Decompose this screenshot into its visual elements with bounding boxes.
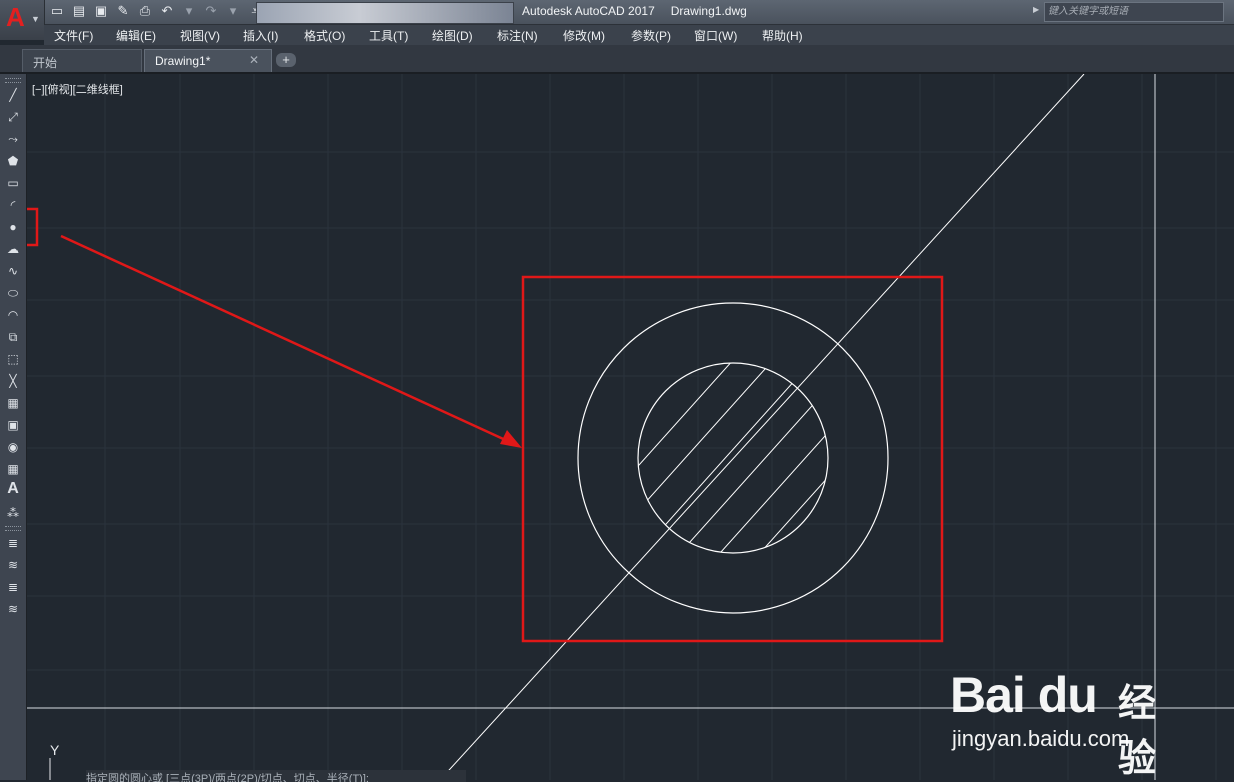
tab-start-label: 开始 — [33, 56, 58, 70]
menu-tools[interactable]: 工具(T) — [369, 27, 408, 44]
tab-drawing1-label: Drawing1* — [155, 54, 211, 68]
arrowhead-icon — [500, 430, 522, 448]
circle-tool-highlight — [27, 207, 39, 247]
menu-draw[interactable]: 绘图(D) — [432, 27, 473, 44]
menu-parametric[interactable]: 参数(P) — [631, 27, 671, 44]
open-icon[interactable]: ▤ — [70, 2, 88, 20]
watermark-url: jingyan.baidu.com — [952, 726, 1130, 751]
layer-icon-2[interactable]: ≋ — [4, 556, 22, 574]
spline-icon[interactable]: ∿ — [4, 262, 22, 280]
menu-help[interactable]: 帮助(H) — [762, 27, 803, 44]
close-icon[interactable]: ✕ — [249, 53, 259, 67]
region-icon[interactable]: ◉ — [4, 438, 22, 456]
menu-view[interactable]: 视图(V) — [180, 27, 220, 44]
file-tab-bar: 开始 Drawing1* ✕ + — [0, 45, 1234, 74]
menu-file[interactable]: 文件(F) — [54, 27, 93, 44]
chevron-down-icon: ▼ — [31, 14, 40, 24]
print-icon[interactable]: ⎙ — [136, 2, 154, 20]
file-name: Drawing1.dwg — [670, 4, 747, 18]
draw-toolbar: ╱ ⤢ ⤳ ⬟ ▭ ◜ ● ☁ ∿ ⬭ ◠ ⧉ ⬚ ╳ ▦ ▣ ◉ ▦ A ⁂ … — [0, 74, 27, 780]
ellipse-icon[interactable]: ⬭ — [4, 284, 22, 302]
line-icon[interactable]: ╱ — [4, 86, 22, 104]
tab-start[interactable]: 开始 — [22, 49, 142, 72]
menu-window[interactable]: 窗口(W) — [694, 27, 737, 44]
menu-dimension[interactable]: 标注(N) — [497, 27, 538, 44]
layer-icon-4[interactable]: ≋ — [4, 600, 22, 618]
annotation-arrow — [60, 234, 513, 445]
multiline-text-icon[interactable]: A — [4, 480, 22, 498]
annotation-highlight — [27, 207, 944, 643]
menu-edit[interactable]: 编辑(E) — [116, 27, 156, 44]
hatch-pattern[interactable] — [500, 330, 960, 620]
ellipse-arc-icon[interactable]: ◠ — [4, 306, 22, 324]
viewport-controls[interactable]: [−][俯视][二维线框] — [32, 81, 123, 97]
saveas-icon[interactable]: ✎ — [114, 2, 132, 20]
point-icon[interactable]: ╳ — [4, 372, 22, 390]
new-icon[interactable]: ▭ — [48, 2, 66, 20]
hatch-icon[interactable]: ▦ — [4, 394, 22, 412]
command-line[interactable]: 指定圆的圆心或 [三点(3P)/两点(2P)/切点、切点、半径(T)]: — [86, 770, 466, 782]
revision-cloud-icon[interactable]: ☁ — [4, 240, 22, 258]
rectangle-icon[interactable]: ▭ — [4, 174, 22, 192]
arc-icon[interactable]: ◜ — [4, 196, 22, 214]
application-menu-button[interactable]: A ▼ — [0, 0, 45, 40]
ucs-y-label: Y — [50, 742, 60, 758]
make-block-icon[interactable]: ⬚ — [4, 350, 22, 368]
watermark-brand: Bai du — [950, 667, 1098, 723]
search-box: ▶ — [1033, 2, 1224, 22]
open-documents-strip[interactable] — [256, 2, 514, 24]
redo-icon[interactable]: ↷ — [202, 2, 220, 20]
undo-icon[interactable]: ↶ — [158, 2, 176, 20]
table-icon[interactable]: ▦ — [4, 460, 22, 478]
quick-access-toolbar: ▭ ▤ ▣ ✎ ⎙ ↶ ▾ ↷ ▾ ⩡ — [48, 2, 264, 20]
save-icon[interactable]: ▣ — [92, 2, 110, 20]
toolbar-grip[interactable] — [5, 526, 21, 531]
gradient-icon[interactable]: ▣ — [4, 416, 22, 434]
window-title: Autodesk AutoCAD 2017 Drawing1.dwg — [522, 4, 763, 18]
circle-icon[interactable]: ● — [4, 218, 22, 236]
polygon-icon[interactable]: ⬟ — [4, 152, 22, 170]
menu-insert[interactable]: 插入(I) — [243, 27, 278, 44]
search-expand-icon[interactable]: ▶ — [1033, 5, 1043, 19]
layer-icon-3[interactable]: ≣ — [4, 578, 22, 596]
layer-icon-1[interactable]: ≣ — [4, 534, 22, 552]
toolbar-grip[interactable] — [5, 78, 21, 83]
insert-block-icon[interactable]: ⧉ — [4, 328, 22, 346]
add-selected-icon[interactable]: ⁂ — [4, 504, 22, 522]
menu-format[interactable]: 格式(O) — [304, 27, 345, 44]
search-input[interactable] — [1048, 4, 1218, 19]
baidu-watermark: Bai du 经验 jingyan.baidu.com — [946, 646, 1176, 780]
new-tab-button[interactable]: + — [276, 53, 296, 67]
polyline-icon[interactable]: ⤳ — [4, 130, 22, 148]
title-bar: ▭ ▤ ▣ ✎ ⎙ ↶ ▾ ↷ ▾ ⩡ Autodesk AutoCAD 201… — [0, 0, 1234, 25]
dropdown-icon[interactable]: ▾ — [180, 2, 198, 20]
autocad-logo-icon: A — [6, 2, 25, 32]
construction-line-icon[interactable]: ⤢ — [4, 108, 22, 126]
app-name: Autodesk AutoCAD 2017 — [522, 4, 655, 18]
menu-modify[interactable]: 修改(M) — [563, 27, 605, 44]
menu-bar: 文件(F) 编辑(E) 视图(V) 插入(I) 格式(O) 工具(T) 绘图(D… — [44, 25, 1234, 45]
tab-drawing1[interactable]: Drawing1* ✕ — [144, 49, 272, 72]
dropdown-icon[interactable]: ▾ — [224, 2, 242, 20]
